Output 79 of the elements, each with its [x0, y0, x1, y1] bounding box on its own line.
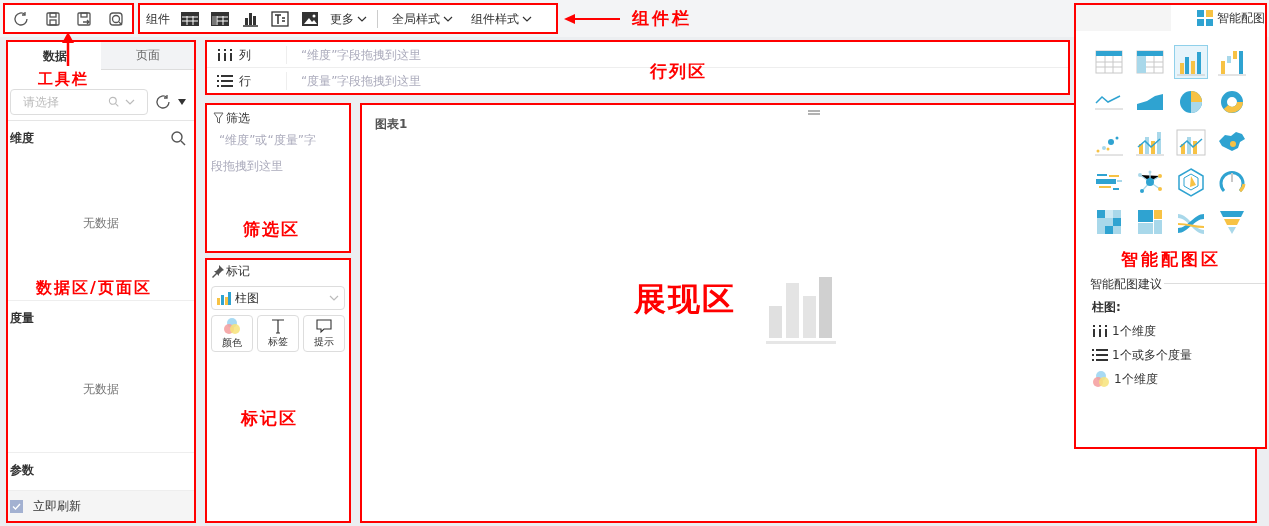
annotation-label: 智能配图区: [1120, 248, 1221, 271]
table-icon[interactable]: [180, 9, 200, 28]
requirement-text: 1个维度: [1112, 322, 1156, 340]
speech-bubble-icon: [316, 318, 332, 334]
style-dropdown[interactable]: 全局样式: [388, 9, 457, 28]
annotation-label: 展现区: [634, 279, 736, 320]
list-icon: [1092, 348, 1108, 361]
crosstable-icon[interactable]: [210, 9, 230, 28]
crosstable-icon: [1133, 47, 1166, 77]
section-title: 维度: [10, 129, 34, 147]
drop-hint: “维度”字段拖拽到这里: [300, 46, 422, 64]
select-placeholder: 请选择: [23, 93, 59, 111]
drop-hint: “度量”字段拖拽到这里: [300, 72, 422, 90]
mark-button[interactable]: 标签: [257, 315, 299, 352]
chevron-down-icon: [443, 15, 453, 22]
dimension-icon: [1092, 324, 1108, 337]
dimension-icon: [217, 48, 233, 61]
drop-hint: “维度”或“度量”字: [218, 132, 317, 149]
requirement-text: 1个或多个度量: [1112, 346, 1192, 364]
component-label: 组件: [146, 10, 170, 28]
panel-tab[interactable]: 页面: [101, 42, 194, 70]
preview-icon[interactable]: [107, 9, 126, 28]
table-icon: [1092, 47, 1125, 77]
empty-chart-drawing: [766, 277, 838, 347]
annotation-label: 筛选区: [243, 218, 300, 241]
smart-chart-tab[interactable]: 智能配图: [1171, 9, 1265, 27]
panel-title: 筛选: [226, 110, 250, 127]
drop-hint: 段拖拽到这里: [211, 158, 284, 175]
annotation-arrow: [564, 12, 620, 25]
line-chart-icon: [1094, 94, 1123, 110]
save-as-icon[interactable]: [75, 9, 94, 28]
empty-message: 无数据: [83, 381, 119, 399]
annotation-label: 行列区: [650, 60, 707, 83]
text-icon: [270, 318, 286, 334]
refresh-icon[interactable]: [11, 9, 30, 28]
annotation-label: 标记区: [241, 407, 298, 430]
list-icon: [217, 74, 233, 87]
color-circles-icon: [223, 317, 241, 335]
text-box-icon[interactable]: [270, 9, 290, 28]
bar-chart-icon: [217, 291, 231, 305]
area-chart-icon: [1135, 93, 1164, 111]
style-dropdown[interactable]: 组件样式: [467, 9, 536, 28]
drag-handle-icon[interactable]: [808, 110, 820, 115]
color-circles-icon: [1092, 369, 1110, 388]
check-icon: [12, 502, 21, 510]
chevron-down-icon: [357, 15, 367, 22]
refresh-icon[interactable]: [154, 92, 172, 111]
bar-line-chart-icon: [1175, 127, 1208, 157]
mark-button[interactable]: 颜色: [211, 315, 253, 352]
chevron-down-icon: [522, 15, 532, 22]
suggestion-title: 智能配图建议: [1090, 275, 1162, 293]
annotation-label: 组件栏: [632, 6, 692, 30]
suggested-chart: 柱图:: [1091, 298, 1122, 316]
select-value: 柱图: [235, 290, 259, 307]
panel-title: 标记: [226, 263, 250, 280]
search-icon[interactable]: [170, 129, 186, 146]
more-button[interactable]: 更多: [330, 9, 367, 28]
checkbox[interactable]: [10, 499, 23, 513]
section-title: 参数: [10, 462, 34, 480]
checkbox-label: 立即刷新: [33, 498, 81, 516]
empty-message: 无数据: [83, 215, 119, 233]
chart-type-select[interactable]: 柱图: [211, 286, 345, 310]
save-icon[interactable]: [43, 9, 62, 28]
filter-icon: [213, 112, 224, 124]
caret-down-icon: [178, 98, 186, 105]
tiles-icon: [1197, 10, 1213, 26]
search-icon: [108, 96, 119, 108]
chart-title: 图表1: [375, 116, 409, 133]
shelf-label: 行: [239, 72, 251, 90]
chevron-down-icon: [329, 295, 339, 301]
annotation-label: 工具栏: [38, 71, 89, 87]
pin-icon: [211, 264, 225, 278]
annotation-label: 数据区/页面区: [36, 277, 152, 299]
mark-button[interactable]: 提示: [303, 315, 345, 352]
section-title: 度量: [10, 309, 34, 327]
shelf-label: 列: [239, 46, 251, 64]
chevron-down-icon: [125, 98, 135, 105]
image-icon[interactable]: [300, 9, 320, 28]
requirement-text: 1个维度: [1114, 370, 1158, 388]
